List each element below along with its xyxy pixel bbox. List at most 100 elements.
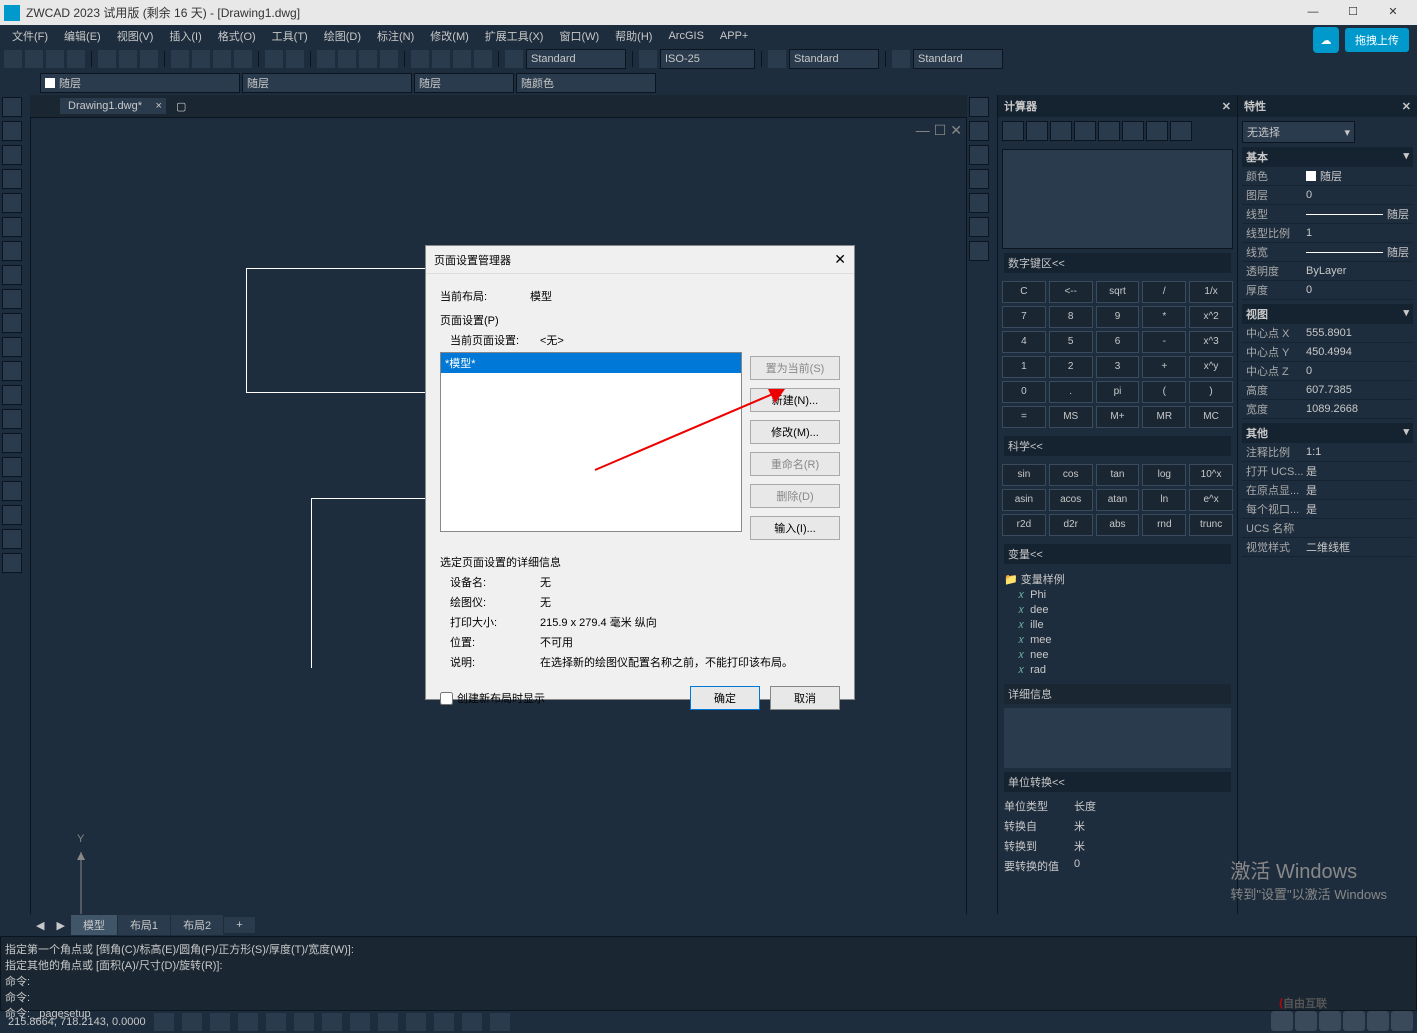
ellipse-icon[interactable] xyxy=(2,313,22,333)
menu-app[interactable]: APP+ xyxy=(712,30,756,42)
mirror-icon[interactable] xyxy=(969,145,989,165)
match-icon[interactable] xyxy=(234,50,252,68)
copy-icon[interactable] xyxy=(192,50,210,68)
tray-icon[interactable] xyxy=(1391,1011,1413,1031)
max-view-icon[interactable]: ☐ xyxy=(934,122,947,139)
line-icon[interactable] xyxy=(2,97,22,117)
prop-row[interactable]: 线型随层 xyxy=(1242,205,1413,224)
dimstyle-icon[interactable] xyxy=(639,50,657,68)
tab-layout1[interactable]: 布局1 xyxy=(118,915,170,935)
calc-key[interactable]: ( xyxy=(1142,381,1186,403)
prop-row[interactable]: 线宽随层 xyxy=(1242,243,1413,262)
menu-insert[interactable]: 插入(I) xyxy=(161,28,209,44)
dimstyle-dropdown[interactable]: ISO-25 xyxy=(660,49,755,69)
calc-hist-icon[interactable] xyxy=(1026,121,1048,141)
close-view-icon[interactable]: ✕ xyxy=(950,122,962,139)
calc-key[interactable]: - xyxy=(1142,331,1186,353)
props-other-header[interactable]: 其他 xyxy=(1246,425,1268,441)
calc-key[interactable]: asin xyxy=(1002,489,1046,511)
unit-row[interactable]: 单位类型长度 xyxy=(998,796,1237,816)
menu-window[interactable]: 窗口(W) xyxy=(551,28,607,44)
tablestyle-dropdown[interactable]: Standard xyxy=(789,49,879,69)
array-icon[interactable] xyxy=(969,193,989,213)
new-icon[interactable] xyxy=(4,50,22,68)
props-icon[interactable] xyxy=(411,50,429,68)
prop-row[interactable]: 颜色随层 xyxy=(1242,167,1413,186)
zoom-icon[interactable] xyxy=(338,50,356,68)
calc-key[interactable]: pi xyxy=(1096,381,1140,403)
var-item[interactable]: 𝑥dee xyxy=(1004,603,1231,618)
calc-key[interactable]: ln xyxy=(1142,489,1186,511)
var-item[interactable]: 𝑥nee xyxy=(1004,648,1231,663)
calc-key[interactable]: sqrt xyxy=(1096,281,1140,303)
mtext-icon[interactable] xyxy=(2,529,22,549)
prop-row[interactable]: 中心点 Z0 xyxy=(1242,362,1413,381)
calc-key[interactable]: rnd xyxy=(1142,514,1186,536)
prop-row[interactable]: 每个视口...是 xyxy=(1242,500,1413,519)
calc-x-icon[interactable] xyxy=(1146,121,1168,141)
unit-row[interactable]: 转换到米 xyxy=(998,836,1237,856)
point-icon[interactable] xyxy=(2,409,22,429)
erase-icon[interactable] xyxy=(969,97,989,117)
close-tab-icon[interactable]: × xyxy=(156,100,162,112)
min-view-icon[interactable]: — xyxy=(916,122,930,139)
unit-row[interactable]: 转换自米 xyxy=(998,816,1237,836)
file-tab[interactable]: Drawing1.dwg*× xyxy=(60,98,166,114)
minimize-button[interactable]: — xyxy=(1293,0,1333,25)
calc-key[interactable]: x^2 xyxy=(1189,306,1233,328)
menu-draw[interactable]: 绘图(D) xyxy=(316,28,369,44)
var-item[interactable]: 𝑥mee xyxy=(1004,633,1231,648)
prop-row[interactable]: 中心点 X555.8901 xyxy=(1242,324,1413,343)
calc-getpt-icon[interactable] xyxy=(1074,121,1096,141)
undo-icon[interactable] xyxy=(265,50,283,68)
calc-var-header[interactable]: 变量<< xyxy=(1008,546,1043,562)
calc-key[interactable]: 1 xyxy=(1002,356,1046,378)
tablestyle-icon[interactable] xyxy=(768,50,786,68)
layer-dropdown[interactable]: 随层 xyxy=(242,73,412,93)
prop-row[interactable]: 图层0 xyxy=(1242,186,1413,205)
spline-icon[interactable] xyxy=(2,289,22,309)
gradient-icon[interactable] xyxy=(2,457,22,477)
calc-key[interactable]: cos xyxy=(1049,464,1093,486)
prop-row[interactable]: 宽度1089.2668 xyxy=(1242,400,1413,419)
calc-key[interactable]: * xyxy=(1142,306,1186,328)
prop-row[interactable]: 高度607.7385 xyxy=(1242,381,1413,400)
hatch-icon[interactable] xyxy=(2,433,22,453)
dc-icon[interactable] xyxy=(432,50,450,68)
cycle-toggle[interactable] xyxy=(406,1013,426,1031)
menu-view[interactable]: 视图(V) xyxy=(109,28,162,44)
var-root[interactable]: 📁 变量样例 xyxy=(1004,570,1231,588)
print-icon[interactable] xyxy=(98,50,116,68)
tray-icon[interactable] xyxy=(1319,1011,1341,1031)
menu-tools[interactable]: 工具(T) xyxy=(264,28,316,44)
prop-row[interactable]: 注释比例1:1 xyxy=(1242,443,1413,462)
import-button[interactable]: 输入(I)... xyxy=(750,516,840,540)
prop-row[interactable]: 厚度0 xyxy=(1242,281,1413,300)
calc-key[interactable]: log xyxy=(1142,464,1186,486)
prop-row[interactable]: UCS 名称 xyxy=(1242,519,1413,538)
folder-icon[interactable] xyxy=(474,50,492,68)
paste-icon[interactable] xyxy=(213,50,231,68)
linetype-dropdown[interactable]: 随层 xyxy=(414,73,514,93)
tab-add[interactable]: + xyxy=(224,917,254,933)
tab-next-icon[interactable]: ▶ xyxy=(50,919,70,932)
upload-button[interactable]: 拖拽上传 xyxy=(1345,28,1409,52)
xline-icon[interactable] xyxy=(2,121,22,141)
calc-key[interactable]: M+ xyxy=(1096,406,1140,428)
prop-row[interactable]: 中心点 Y450.4994 xyxy=(1242,343,1413,362)
calc-key[interactable]: + xyxy=(1142,356,1186,378)
calc-angle-icon[interactable] xyxy=(1122,121,1144,141)
color-dropdown[interactable]: 随层 xyxy=(40,73,240,93)
plotstyle-dropdown[interactable]: 随颜色 xyxy=(516,73,656,93)
anno-toggle[interactable] xyxy=(434,1013,454,1031)
menu-ext[interactable]: 扩展工具(X) xyxy=(477,28,552,44)
props-view-header[interactable]: 视图 xyxy=(1246,306,1268,322)
calc-key[interactable]: C xyxy=(1002,281,1046,303)
calc-key[interactable]: 0 xyxy=(1002,381,1046,403)
new-tab-icon[interactable]: ▢ xyxy=(168,100,194,113)
props-selection-dropdown[interactable]: 无选择▾ xyxy=(1242,121,1355,143)
ellarc-icon[interactable] xyxy=(2,337,22,357)
calc-key[interactable]: e^x xyxy=(1189,489,1233,511)
create-layout-checkbox[interactable]: 创建新布局时显示 xyxy=(440,690,545,706)
calc-key[interactable]: 6 xyxy=(1096,331,1140,353)
